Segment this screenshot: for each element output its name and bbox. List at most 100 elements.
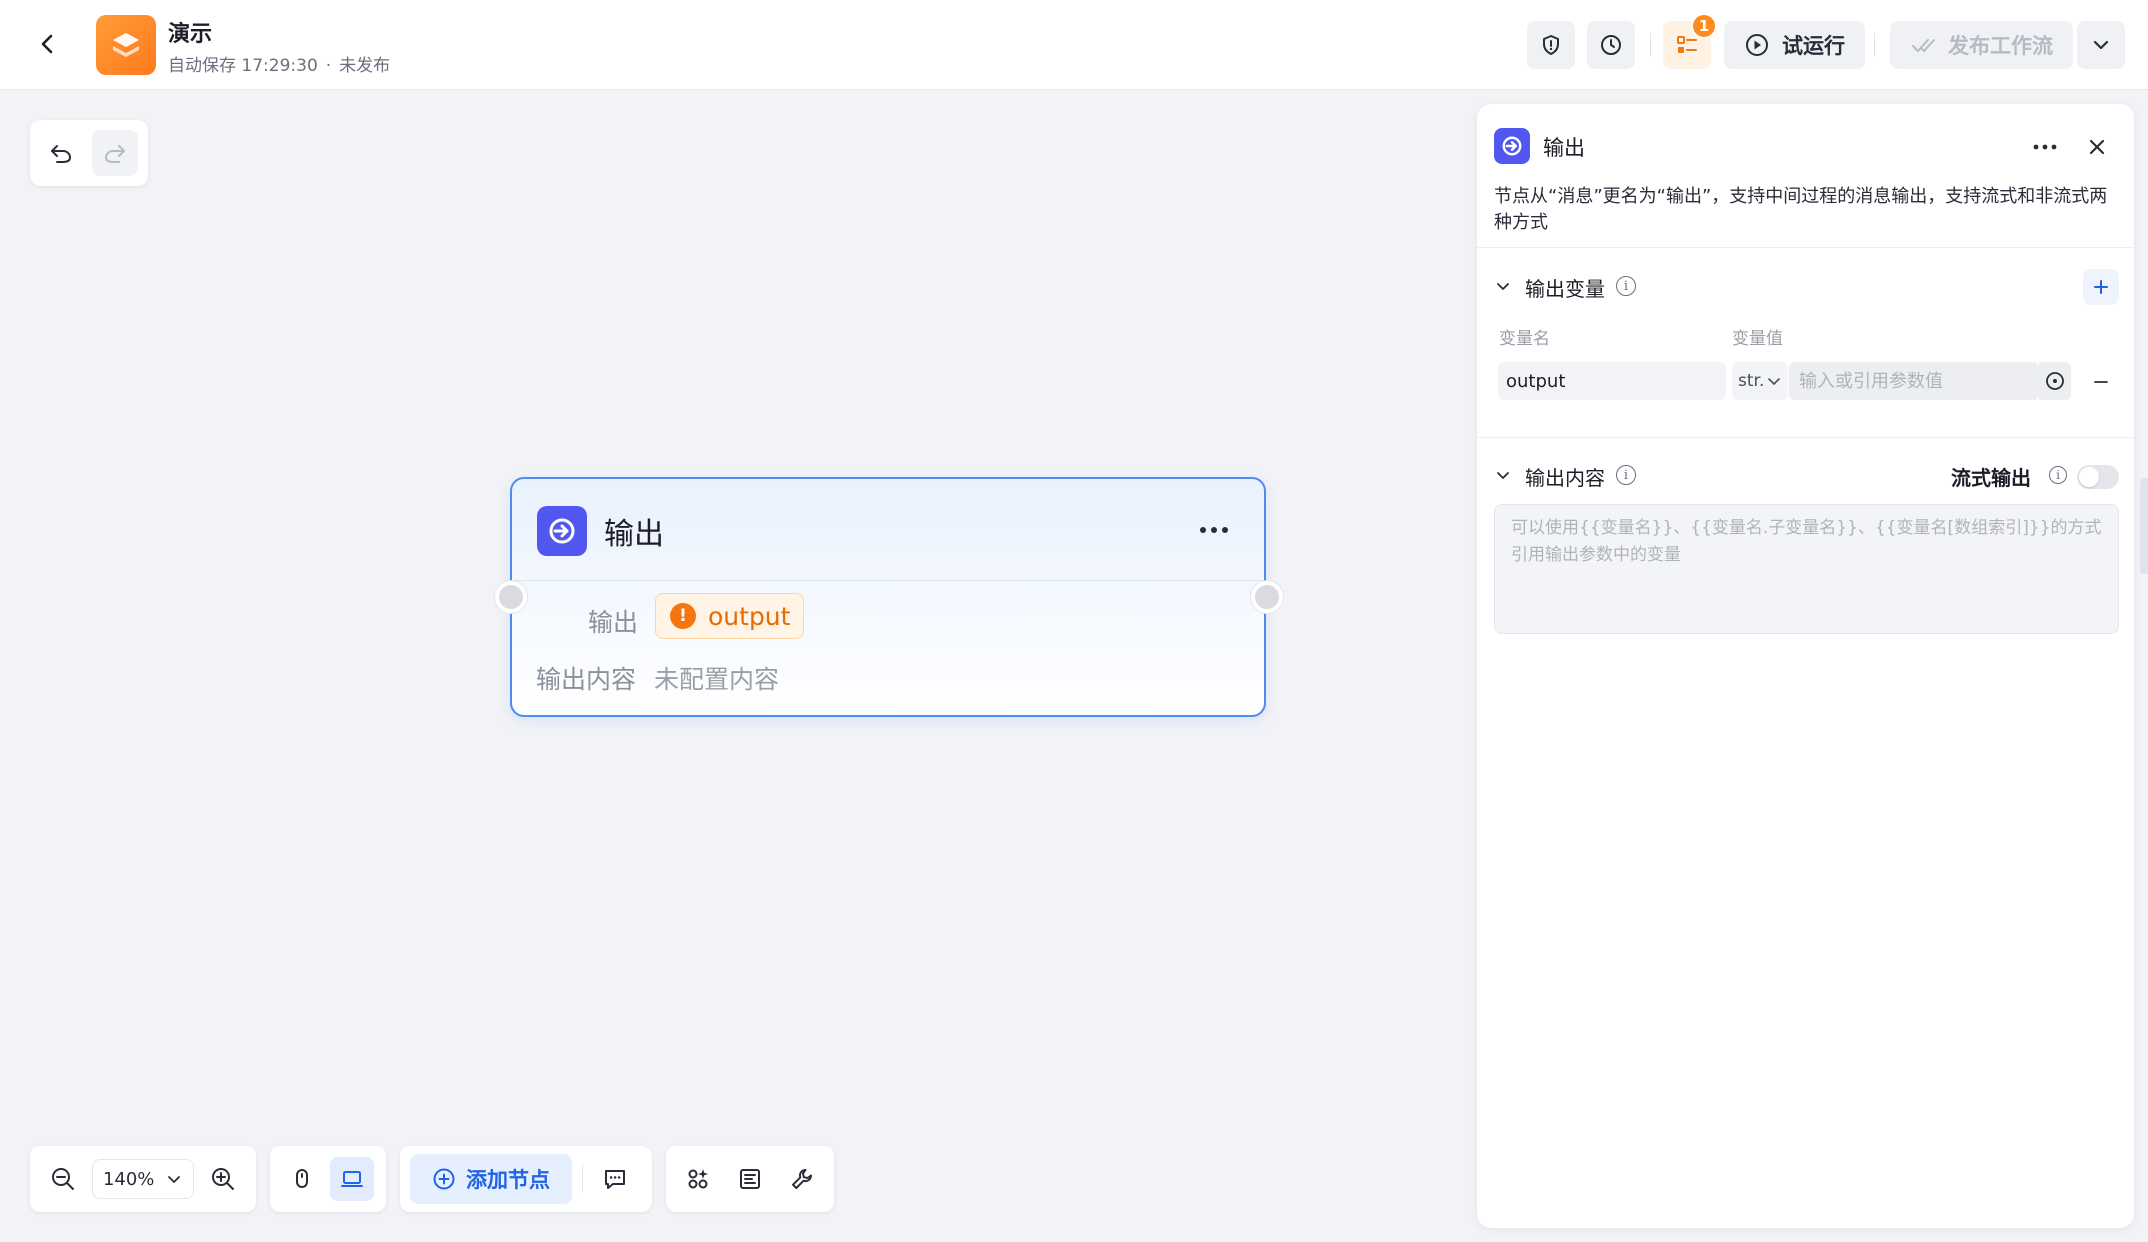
problems-button[interactable]: 1	[1663, 13, 1717, 69]
add-node-button[interactable]: 添加节点	[410, 1154, 572, 1204]
zoom-level-value: 140%	[102, 1168, 155, 1190]
undo-redo-panel	[30, 120, 148, 186]
mouse-icon	[296, 1169, 308, 1188]
close-icon	[2089, 139, 2105, 155]
panel-description: 节点从“消息”更名为“输出”，支持中间过程的消息输出，支持流式和非流式两种方式	[1494, 186, 2108, 233]
more-options-button[interactable]	[2077, 21, 2125, 69]
test-run-label: 试运行	[1782, 34, 1845, 58]
chevron-down-icon	[1497, 283, 1509, 290]
layout-toolbar	[666, 1146, 834, 1212]
back-button[interactable]	[30, 26, 66, 62]
node-title: 输出	[604, 517, 664, 552]
output-content-textarea[interactable]	[1494, 504, 2119, 634]
output-port[interactable]	[1251, 581, 1283, 613]
node-properties-panel: 输出 节点从“消息”更名为“输出”，支持中间过程的消息输出，支持流式和非流式两种…	[1477, 104, 2134, 1228]
undo-button[interactable]	[38, 130, 84, 176]
add-variable-button[interactable]	[2083, 269, 2119, 305]
variable-type-select[interactable]: str.	[1732, 362, 1788, 400]
panel-divider	[1477, 437, 2134, 438]
wrench-icon	[792, 1168, 813, 1189]
output-vars-collapse-toggle[interactable]	[1491, 274, 1515, 298]
plus-circle-icon	[433, 1168, 455, 1190]
zoom-out-icon	[51, 1168, 74, 1190]
trackpad-mode-button[interactable]	[330, 1157, 374, 1201]
top-header: 演示 自动保存 17:29:30 · 未发布 1 试运行 发布工作流	[0, 0, 2148, 90]
stream-output-toggle[interactable]	[2077, 465, 2119, 489]
arrow-right-circle-icon	[549, 518, 575, 544]
autosave-time: 17:29:30	[241, 56, 318, 76]
target-icon	[2046, 372, 2064, 390]
node-content-value: 未配置内容	[654, 665, 780, 694]
zoom-level-select[interactable]: 140%	[91, 1159, 195, 1199]
undo-icon	[51, 145, 72, 163]
output-node-card[interactable]: 输出 输出 ! output 输出内容 未配置内容	[510, 477, 1266, 717]
publish-workflow-button[interactable]: 发布工作流	[1890, 21, 2073, 69]
add-node-toolbar: 添加节点	[400, 1146, 652, 1212]
info-icon[interactable]: i	[1616, 276, 1636, 296]
column-var-name: 变量名	[1499, 329, 1550, 349]
zoom-out-button[interactable]	[42, 1157, 84, 1201]
output-variable-tag[interactable]: ! output	[655, 593, 805, 639]
mouse-mode-button[interactable]	[280, 1157, 324, 1201]
autosave-status: 自动保存 17:29:30 · 未发布	[168, 51, 390, 76]
add-comment-button[interactable]	[593, 1157, 637, 1201]
problems-count-badge: 1	[1691, 13, 1717, 39]
reference-variable-button[interactable]	[2039, 362, 2071, 400]
app-title: 演示	[168, 22, 213, 47]
history-button[interactable]	[1587, 21, 1635, 69]
status-separator: ·	[325, 56, 332, 76]
node-more-button[interactable]	[1192, 515, 1236, 545]
comment-icon	[605, 1170, 625, 1189]
header-divider	[1650, 33, 1651, 57]
header-divider	[1874, 33, 1875, 57]
app-logo	[96, 15, 156, 75]
publish-status: 未发布	[339, 56, 391, 76]
minimap-button[interactable]	[728, 1157, 772, 1201]
autosave-label: 自动保存	[168, 56, 236, 76]
panel-resize-handle[interactable]	[2140, 478, 2148, 574]
layers-icon	[113, 33, 139, 57]
chevron-down-icon	[168, 1176, 180, 1183]
security-button[interactable]	[1527, 21, 1575, 69]
output-node-icon	[537, 506, 587, 556]
output-content-collapse-toggle[interactable]	[1491, 463, 1515, 487]
laptop-icon	[341, 1171, 363, 1187]
output-variable-name: output	[708, 601, 791, 631]
variable-name-input[interactable]: output	[1498, 362, 1726, 400]
shield-icon	[1543, 35, 1559, 55]
minus-icon	[2094, 381, 2108, 383]
toolbar-divider	[582, 1165, 583, 1193]
tools-button[interactable]	[780, 1157, 824, 1201]
test-run-button[interactable]: 试运行	[1724, 21, 1865, 69]
play-circle-icon	[1746, 34, 1768, 56]
panel-divider	[1477, 247, 2134, 248]
chevron-left-icon	[41, 34, 53, 54]
zoom-in-button[interactable]	[202, 1157, 244, 1201]
redo-button[interactable]	[92, 130, 138, 176]
panel-node-icon	[1494, 128, 1530, 164]
zoom-toolbar: 140%	[30, 1146, 256, 1212]
plus-icon	[2094, 280, 2108, 294]
variable-value-input[interactable]	[1789, 362, 2039, 400]
add-node-label: 添加节点	[466, 1168, 550, 1192]
stream-output-label: 流式输出	[1951, 466, 2031, 490]
panel-more-button[interactable]	[2025, 132, 2065, 162]
output-vars-title: 输出变量	[1525, 277, 1605, 301]
publish-workflow-label: 发布工作流	[1948, 34, 2053, 58]
chevron-down-icon	[1768, 378, 1780, 385]
auto-layout-button[interactable]	[676, 1157, 720, 1201]
panel-close-button[interactable]	[2079, 129, 2115, 165]
clock-icon	[1601, 35, 1621, 55]
more-horizontal-icon	[1200, 527, 1228, 533]
info-icon[interactable]: i	[2049, 466, 2067, 484]
remove-variable-button[interactable]	[2083, 364, 2119, 400]
double-check-icon	[1912, 39, 1935, 52]
node-header: 输出	[512, 479, 1264, 581]
output-content-title: 输出内容	[1525, 466, 1605, 490]
chevron-down-icon	[1497, 472, 1509, 479]
info-icon[interactable]: i	[1616, 465, 1636, 485]
warning-icon: !	[670, 603, 696, 629]
input-port[interactable]	[495, 581, 527, 613]
grid-sparkle-icon	[688, 1169, 708, 1189]
arrow-right-circle-icon	[1502, 136, 1522, 156]
